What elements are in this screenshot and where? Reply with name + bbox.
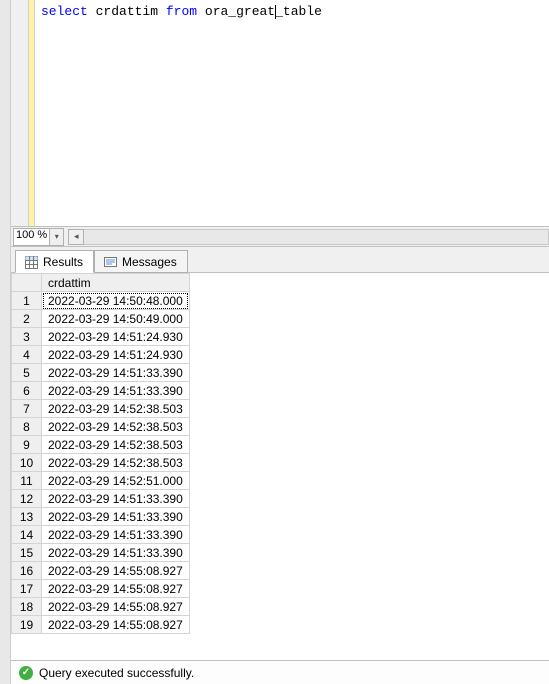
table-row[interactable]: 42022-03-29 14:51:24.930 xyxy=(12,346,190,364)
row-header[interactable]: 8 xyxy=(12,418,42,436)
grid-cell[interactable]: 2022-03-29 14:51:33.390 xyxy=(42,364,190,382)
grid-cell[interactable]: 2022-03-29 14:50:48.000 xyxy=(42,292,190,310)
row-header[interactable]: 6 xyxy=(12,382,42,400)
status-bar: ✓ Query executed successfully. xyxy=(11,660,549,684)
row-header[interactable]: 12 xyxy=(12,490,42,508)
table-row[interactable]: 62022-03-29 14:51:33.390 xyxy=(12,382,190,400)
grid-cell[interactable]: 2022-03-29 14:51:33.390 xyxy=(42,382,190,400)
row-header[interactable]: 1 xyxy=(12,292,42,310)
tab-messages[interactable]: Messages xyxy=(94,250,188,273)
grid-cell[interactable]: 2022-03-29 14:51:33.390 xyxy=(42,544,190,562)
grid-cell[interactable]: 2022-03-29 14:52:38.503 xyxy=(42,400,190,418)
sql-editor[interactable]: select crdattim from ora_great_table xyxy=(11,0,549,227)
table-row[interactable]: 72022-03-29 14:52:38.503 xyxy=(12,400,190,418)
grid-cell[interactable]: 2022-03-29 14:51:24.930 xyxy=(42,328,190,346)
grid-cell[interactable]: 2022-03-29 14:51:33.390 xyxy=(42,526,190,544)
table-row[interactable]: 162022-03-29 14:55:08.927 xyxy=(12,562,190,580)
zoom-level-select[interactable]: 100 % xyxy=(13,228,50,246)
row-header[interactable]: 15 xyxy=(12,544,42,562)
table-row[interactable]: 152022-03-29 14:51:33.390 xyxy=(12,544,190,562)
grid-icon xyxy=(24,255,38,269)
table-row[interactable]: 142022-03-29 14:51:33.390 xyxy=(12,526,190,544)
table-row[interactable]: 102022-03-29 14:52:38.503 xyxy=(12,454,190,472)
row-header[interactable]: 18 xyxy=(12,598,42,616)
horizontal-scroll-track[interactable] xyxy=(84,229,549,245)
sql-identifier: _table xyxy=(275,4,322,19)
editor-gutter xyxy=(11,0,29,226)
table-row[interactable]: 172022-03-29 14:55:08.927 xyxy=(12,580,190,598)
table-row[interactable]: 122022-03-29 14:51:33.390 xyxy=(12,490,190,508)
table-row[interactable]: 132022-03-29 14:51:33.390 xyxy=(12,508,190,526)
table-row[interactable]: 12022-03-29 14:50:48.000 xyxy=(12,292,190,310)
editor-zoom-bar: 100 % ▾ ◂ xyxy=(11,227,549,247)
sql-keyword: from xyxy=(166,4,197,19)
table-row[interactable]: 82022-03-29 14:52:38.503 xyxy=(12,418,190,436)
row-header[interactable]: 11 xyxy=(12,472,42,490)
row-header[interactable]: 19 xyxy=(12,616,42,634)
sql-identifier: crdattim xyxy=(96,4,158,19)
results-grid[interactable]: crdattim 12022-03-29 14:50:48.00022022-0… xyxy=(11,273,190,634)
grid-corner[interactable] xyxy=(12,274,42,292)
row-header[interactable]: 10 xyxy=(12,454,42,472)
results-scroll[interactable]: crdattim 12022-03-29 14:50:48.00022022-0… xyxy=(11,273,549,656)
grid-cell[interactable]: 2022-03-29 14:52:51.000 xyxy=(42,472,190,490)
grid-cell[interactable]: 2022-03-29 14:52:38.503 xyxy=(42,418,190,436)
row-header[interactable]: 16 xyxy=(12,562,42,580)
table-row[interactable]: 32022-03-29 14:51:24.930 xyxy=(12,328,190,346)
tab-results-label: Results xyxy=(43,255,83,269)
table-row[interactable]: 112022-03-29 14:52:51.000 xyxy=(12,472,190,490)
grid-cell[interactable]: 2022-03-29 14:55:08.927 xyxy=(42,580,190,598)
grid-cell[interactable]: 2022-03-29 14:52:38.503 xyxy=(42,454,190,472)
sql-editor-text[interactable]: select crdattim from ora_great_table xyxy=(35,0,549,226)
grid-cell[interactable]: 2022-03-29 14:55:08.927 xyxy=(42,562,190,580)
row-header[interactable]: 2 xyxy=(12,310,42,328)
table-row[interactable]: 192022-03-29 14:55:08.927 xyxy=(12,616,190,634)
grid-cell[interactable]: 2022-03-29 14:51:33.390 xyxy=(42,508,190,526)
zoom-dropdown-icon[interactable]: ▾ xyxy=(50,228,64,246)
grid-cell[interactable]: 2022-03-29 14:55:08.927 xyxy=(42,616,190,634)
grid-cell[interactable]: 2022-03-29 14:52:38.503 xyxy=(42,436,190,454)
sql-identifier: ora_great xyxy=(205,4,275,19)
tab-results[interactable]: Results xyxy=(15,250,94,273)
row-header[interactable]: 5 xyxy=(12,364,42,382)
grid-cell[interactable]: 2022-03-29 14:51:33.390 xyxy=(42,490,190,508)
grid-cell[interactable]: 2022-03-29 14:50:49.000 xyxy=(42,310,190,328)
row-header[interactable]: 17 xyxy=(12,580,42,598)
row-header[interactable]: 7 xyxy=(12,400,42,418)
grid-cell[interactable]: 2022-03-29 14:51:24.930 xyxy=(42,346,190,364)
table-row[interactable]: 22022-03-29 14:50:49.000 xyxy=(12,310,190,328)
row-header[interactable]: 13 xyxy=(12,508,42,526)
status-message: Query executed successfully. xyxy=(39,666,194,680)
grid-cell[interactable]: 2022-03-29 14:55:08.927 xyxy=(42,598,190,616)
sql-keyword: select xyxy=(41,4,88,19)
row-header[interactable]: 14 xyxy=(12,526,42,544)
row-header[interactable]: 4 xyxy=(12,346,42,364)
row-header[interactable]: 9 xyxy=(12,436,42,454)
tab-messages-label: Messages xyxy=(122,255,177,269)
results-tab-strip: Results Messages xyxy=(11,247,549,273)
table-row[interactable]: 92022-03-29 14:52:38.503 xyxy=(12,436,190,454)
horizontal-scroll-left-icon[interactable]: ◂ xyxy=(68,229,84,245)
column-header[interactable]: crdattim xyxy=(42,274,190,292)
table-row[interactable]: 52022-03-29 14:51:33.390 xyxy=(12,364,190,382)
results-pane: crdattim 12022-03-29 14:50:48.00022022-0… xyxy=(11,273,549,660)
success-icon: ✓ xyxy=(19,666,33,680)
row-header[interactable]: 3 xyxy=(12,328,42,346)
messages-icon xyxy=(103,255,117,269)
window-left-strip xyxy=(0,0,11,684)
table-row[interactable]: 182022-03-29 14:55:08.927 xyxy=(12,598,190,616)
